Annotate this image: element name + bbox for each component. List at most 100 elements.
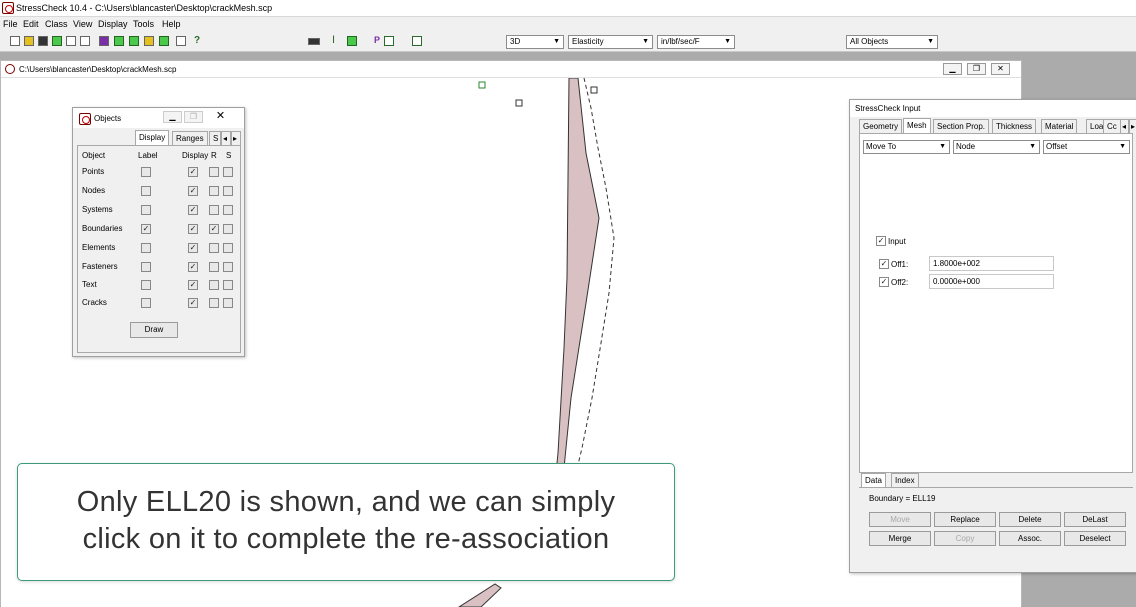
method-dropdown[interactable]: Offset xyxy=(1043,140,1130,154)
objects-close-button[interactable]: ✕ xyxy=(211,111,230,123)
text-display-checkbox[interactable]: ✓ xyxy=(188,280,198,290)
refresh-icon[interactable] xyxy=(176,36,186,46)
delete-button[interactable]: Delete xyxy=(999,512,1061,527)
merge-button[interactable]: Merge xyxy=(869,531,931,546)
tab-index[interactable]: Index xyxy=(891,473,919,487)
p-label[interactable]: P xyxy=(374,35,380,45)
mesh-icon[interactable] xyxy=(114,36,124,46)
units-select[interactable]: in/lbf/sec/F xyxy=(657,35,735,49)
tab-mesh[interactable]: Mesh xyxy=(903,118,931,133)
off2-value-field[interactable]: 0.0000e+000 xyxy=(929,274,1054,289)
boundaries-label-checkbox[interactable]: ✓ xyxy=(141,224,151,234)
fasteners-r-checkbox[interactable] xyxy=(209,262,219,272)
objects-maximize-button[interactable]: ❐ xyxy=(184,111,203,123)
elements-display-checkbox[interactable]: ✓ xyxy=(188,243,198,253)
systems-label-checkbox[interactable] xyxy=(141,205,151,215)
report-icon[interactable] xyxy=(159,36,169,46)
text-label-checkbox[interactable] xyxy=(141,280,151,290)
move-button[interactable]: Move xyxy=(869,512,931,527)
results-icon[interactable] xyxy=(144,36,154,46)
line-tool-icon[interactable] xyxy=(308,38,320,45)
cracks-label-checkbox[interactable] xyxy=(141,298,151,308)
new-file-icon[interactable] xyxy=(10,36,20,46)
tab-geometry[interactable]: Geometry xyxy=(859,119,903,133)
tab-material[interactable]: Material xyxy=(1041,119,1078,133)
tab-scroll-right-icon[interactable]: ▸ xyxy=(231,131,241,145)
restore-button[interactable]: ❐ xyxy=(967,63,986,75)
deselect-button[interactable]: Deselect xyxy=(1064,531,1126,546)
node-marker-3[interactable] xyxy=(590,86,598,94)
nodes-label-checkbox[interactable] xyxy=(141,186,151,196)
tab-display[interactable]: Display xyxy=(135,130,170,145)
input-tab-scroll-left-icon[interactable]: ◂ xyxy=(1120,119,1129,133)
tab-cc[interactable]: Cc xyxy=(1103,119,1121,133)
objects-minimize-button[interactable]: ▁ xyxy=(163,111,182,123)
node-marker-1[interactable] xyxy=(478,81,486,89)
fasteners-s-checkbox[interactable] xyxy=(223,262,233,272)
draw-button[interactable]: Draw xyxy=(130,322,178,338)
action-dropdown[interactable]: Move To xyxy=(863,140,950,154)
tab-section-prop[interactable]: Section Prop. xyxy=(933,119,990,133)
cracks-display-checkbox[interactable]: ✓ xyxy=(188,298,198,308)
assoc-button[interactable]: Assoc. xyxy=(999,531,1061,546)
boundaries-r-checkbox[interactable]: ✓ xyxy=(209,224,219,234)
tab-data[interactable]: Data xyxy=(861,473,886,488)
model-icon[interactable] xyxy=(99,36,109,46)
elements-label-checkbox[interactable] xyxy=(141,243,151,253)
off1-checkbox[interactable]: ✓ xyxy=(879,259,889,269)
solve-icon[interactable] xyxy=(129,36,139,46)
text-s-checkbox[interactable] xyxy=(223,280,233,290)
section-icon[interactable] xyxy=(347,36,357,46)
nodes-display-checkbox[interactable]: ✓ xyxy=(188,186,198,196)
input-checkbox[interactable]: ✓ xyxy=(876,236,886,246)
i-beam-icon[interactable]: I xyxy=(332,34,335,46)
boundaries-display-checkbox[interactable]: ✓ xyxy=(188,224,198,234)
tool-icon-a[interactable] xyxy=(384,36,394,46)
help-question-icon[interactable]: ? xyxy=(194,35,200,46)
replace-button[interactable]: Replace xyxy=(934,512,996,527)
menu-display[interactable]: Display xyxy=(98,19,128,29)
analysis-type-select[interactable]: Elasticity xyxy=(568,35,653,49)
boundaries-s-checkbox[interactable] xyxy=(223,224,233,234)
fasteners-label-checkbox[interactable] xyxy=(141,262,151,272)
object-dropdown[interactable]: Node xyxy=(953,140,1040,154)
off2-checkbox[interactable]: ✓ xyxy=(879,277,889,287)
elements-s-checkbox[interactable] xyxy=(223,243,233,253)
object-filter-select[interactable]: All Objects xyxy=(846,35,938,49)
menu-class[interactable]: Class xyxy=(45,19,68,29)
menu-help[interactable]: Help xyxy=(162,19,181,29)
tab-ranges[interactable]: Ranges xyxy=(172,131,208,145)
cracks-s-checkbox[interactable] xyxy=(223,298,233,308)
menu-edit[interactable]: Edit xyxy=(23,19,39,29)
systems-r-checkbox[interactable] xyxy=(209,205,219,215)
open-folder-icon[interactable] xyxy=(24,36,34,46)
input-tab-scroll-right-icon[interactable]: ▸ xyxy=(1129,119,1136,133)
points-label-checkbox[interactable] xyxy=(141,167,151,177)
nodes-r-checkbox[interactable] xyxy=(209,186,219,196)
systems-s-checkbox[interactable] xyxy=(223,205,233,215)
view-mode-select[interactable]: 3D xyxy=(506,35,564,49)
close-button[interactable]: ✕ xyxy=(991,63,1010,75)
delast-button[interactable]: DeLast xyxy=(1064,512,1126,527)
points-display-checkbox[interactable]: ✓ xyxy=(188,167,198,177)
systems-display-checkbox[interactable]: ✓ xyxy=(188,205,198,215)
points-s-checkbox[interactable] xyxy=(223,167,233,177)
menu-file[interactable]: File xyxy=(3,19,18,29)
save-icon[interactable] xyxy=(38,36,48,46)
tool-icon-b[interactable] xyxy=(412,36,422,46)
save-all-icon[interactable] xyxy=(52,36,62,46)
copy-button[interactable]: Copy xyxy=(934,531,996,546)
nodes-s-checkbox[interactable] xyxy=(223,186,233,196)
minimize-button[interactable]: ▁ xyxy=(943,63,962,75)
tab-thickness[interactable]: Thickness xyxy=(992,119,1037,133)
off1-value-field[interactable]: 1.8000e+002 xyxy=(929,256,1054,271)
tab-s[interactable]: S xyxy=(209,131,221,145)
print-icon[interactable] xyxy=(66,36,76,46)
menu-tools[interactable]: Tools xyxy=(133,19,154,29)
tab-scroll-left-icon[interactable]: ◂ xyxy=(221,131,231,145)
elements-r-checkbox[interactable] xyxy=(209,243,219,253)
crack-element-lower-shape[interactable] xyxy=(458,583,502,607)
print-preview-icon[interactable] xyxy=(80,36,90,46)
node-marker-2[interactable] xyxy=(515,99,523,107)
menu-view[interactable]: View xyxy=(73,19,92,29)
